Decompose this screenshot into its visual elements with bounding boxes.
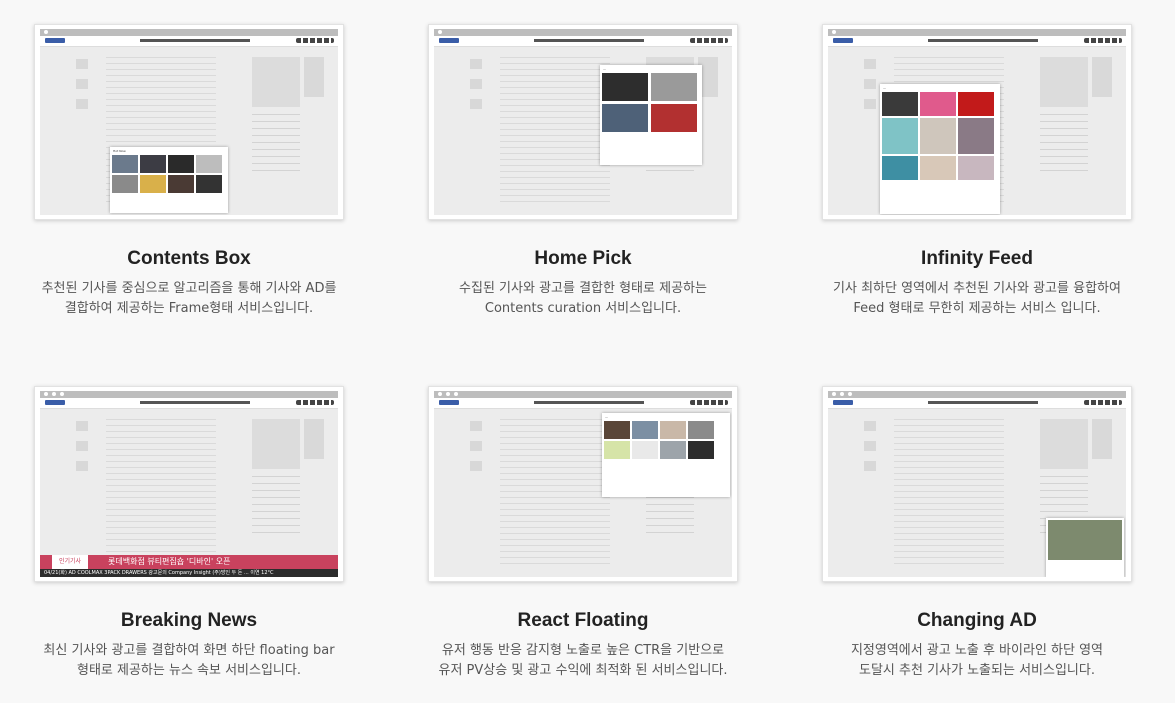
service-description: 추천된 기사를 중심으로 알고리즘을 통해 기사와 AD를 결합하여 제공하는 … [41,281,337,316]
site-logo-icon [833,400,853,405]
service-title: Home Pick [534,248,632,269]
site-logo-icon [833,38,853,43]
changing-ad-preview [822,386,1132,582]
social-icons [296,38,334,43]
social-icons [690,38,728,43]
news-ticker: 04/21(화) AD COOLMAX 3PACK DRAWERS 광고문의 C… [40,569,338,577]
service-title: Changing AD [917,610,1037,631]
contents-box-preview: Hot Now [34,24,344,220]
service-card-react-floating[interactable]: — React Floating 유저 행동 반응 감지형 노출로 높은 CTR… [418,386,748,681]
service-card-breaking-news[interactable]: 인기기사 롯데백화점 뷰티편집숍 '디바인' 오픈 04/21(화) AD CO… [24,386,354,681]
home-pick-widget: — [600,65,702,165]
service-card-contents-box[interactable]: Hot Now Contents Box 추천된 기사를 중심으로 알고리즘을 … [24,24,354,319]
react-floating-widget: — [602,413,730,497]
social-icons [1084,400,1122,405]
service-description: 수집된 기사와 광고를 결합한 형태로 제공하는 Contents curati… [459,281,707,316]
service-description: 지정영역에서 광고 노출 후 바이라인 하단 영역 도달시 추천 기사가 노출되… [850,643,1104,678]
site-logo-icon [439,38,459,43]
infinity-feed-widget: — [880,84,1000,214]
service-title: Infinity Feed [921,248,1033,269]
service-description: 기사 최하단 영역에서 추천된 기사와 광고를 융합하여 Feed 형태로 무한… [833,281,1121,316]
home-pick-preview: — [428,24,738,220]
breaking-news-tag: 인기기사 [52,555,88,569]
site-logo-icon [45,400,65,405]
service-card-changing-ad[interactable]: Changing AD 지정영역에서 광고 노출 후 바이라인 하단 영역 도달… [812,386,1142,681]
react-floating-preview: — [428,386,738,582]
service-title: Breaking News [120,610,258,631]
site-logo-icon [439,400,459,405]
social-icons [1084,38,1122,43]
changing-ad-widget [1046,518,1124,577]
breaking-news-preview: 인기기사 롯데백화점 뷰티편집숍 '디바인' 오픈 04/21(화) AD CO… [34,386,344,582]
social-icons [296,400,334,405]
service-card-infinity-feed[interactable]: — Infinity Feed 기사 최하단 영역에서 추천된 기사와 광고를 … [812,24,1142,319]
service-description: 최신 기사와 광고를 결합하여 화면 하단 floating bar 형태로 제… [43,643,335,678]
service-card-home-pick[interactable]: — Home Pick 수집된 기사와 광고를 결합한 형태로 제공하는 Con… [418,24,748,319]
breaking-news-headline: 롯데백화점 뷰티편집숍 '디바인' 오픈 [108,557,231,566]
contents-box-widget: Hot Now [110,147,228,213]
site-logo-icon [45,38,65,43]
service-description: 유저 행동 반응 감지형 노출로 높은 CTR을 기반으로 유저 PV상승 및 … [438,643,728,678]
infinity-feed-preview: — [822,24,1132,220]
service-title: Contents Box [127,248,251,269]
breaking-news-bar: 인기기사 롯데백화점 뷰티편집숍 '디바인' 오픈 [40,555,338,569]
social-icons [690,400,728,405]
service-title: React Floating [517,610,649,631]
service-grid: Hot Now Contents Box 추천된 기사를 중심으로 알고리즘을 … [0,0,1175,703]
